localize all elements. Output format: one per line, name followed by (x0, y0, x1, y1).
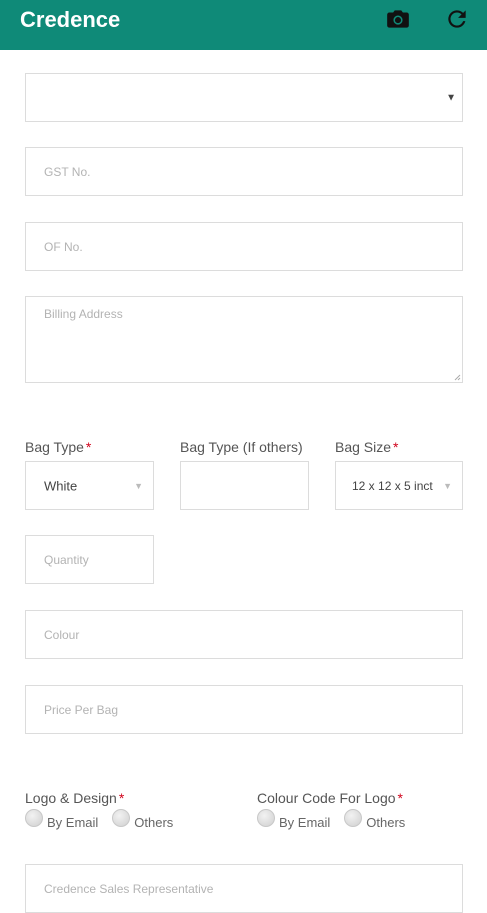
bag-type-label: Bag Type * (25, 439, 92, 455)
gst-input[interactable]: GST No. (25, 147, 463, 196)
price-per-bag-input[interactable]: Price Per Bag (25, 685, 463, 734)
of-input[interactable]: OF No. (25, 222, 463, 271)
logo-design-radio-group: By Email Others (25, 809, 187, 831)
chevron-down-icon: ▼ (134, 480, 143, 491)
bag-type-select[interactable]: White ▼ (25, 461, 154, 510)
colour-code-by-email-radio[interactable] (257, 809, 275, 827)
resize-grip-icon[interactable] (454, 374, 461, 381)
colour-code-label: Colour Code For Logo * (257, 790, 403, 806)
refresh-button[interactable] (444, 6, 470, 32)
bag-type-other-label: Bag Type (If others) (180, 439, 303, 455)
quantity-input[interactable]: Quantity (25, 535, 154, 584)
camera-icon (387, 10, 409, 28)
logo-by-email-radio[interactable] (25, 809, 43, 827)
billing-address-textarea[interactable]: Billing Address (25, 296, 463, 383)
bag-size-label: Bag Size * (335, 439, 399, 455)
camera-button[interactable] (385, 6, 411, 32)
bag-type-other-input[interactable] (180, 461, 309, 510)
refresh-icon (448, 10, 466, 28)
app-bar: Credence (0, 0, 487, 50)
logo-design-label: Logo & Design * (25, 790, 125, 806)
app-title: Credence (20, 7, 121, 32)
sales-representative-input[interactable]: Credence Sales Representative (25, 864, 463, 913)
colour-input[interactable]: Colour (25, 610, 463, 659)
chevron-down-icon: ▼ (440, 480, 452, 491)
colour-code-others-radio[interactable] (344, 809, 363, 827)
logo-others-radio[interactable] (112, 809, 131, 827)
dropdown-arrow-icon: ▼ (446, 92, 456, 103)
customer-select[interactable]: ▼ (25, 73, 463, 122)
bag-size-select[interactable]: 12 x 12 x 5 inct ▼ (335, 461, 463, 510)
colour-code-radio-group: By Email Others (257, 809, 419, 831)
